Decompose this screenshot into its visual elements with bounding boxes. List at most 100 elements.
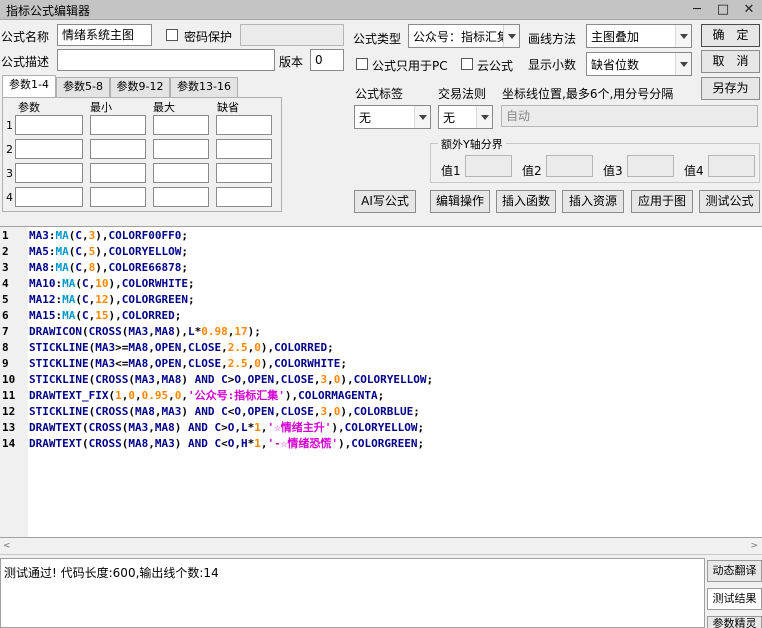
code-text: MA10:MA(C,10),COLORWHITE; [29, 277, 195, 290]
param-1-name-input[interactable] [15, 115, 83, 135]
line-number: 4 [2, 277, 9, 290]
trade-rule-select[interactable]: 无 [438, 105, 493, 129]
insert-function-button[interactable]: 插入函数 [496, 190, 556, 213]
param-3-min-input[interactable] [90, 163, 146, 183]
decimals-label: 显示小数 [528, 58, 577, 72]
line-number: 7 [2, 325, 9, 338]
line-number: 6 [2, 309, 9, 322]
param-4-name-input[interactable] [15, 187, 83, 207]
param-2-min-input[interactable] [90, 139, 146, 159]
y-value-1-input[interactable] [465, 155, 512, 177]
tab-params-9-12[interactable]: 参数9-12 [110, 77, 170, 97]
line-number: 2 [2, 245, 9, 258]
scroll-left-icon[interactable]: < [3, 541, 11, 551]
code-text: STICKLINE(CROSS(MA8,MA3) AND C<O,OPEN,CL… [29, 405, 420, 418]
draw-method-select[interactable]: 主图叠加 [586, 24, 692, 48]
y-value-1-label: 值1 [441, 164, 461, 178]
param-3-name-input[interactable] [15, 163, 83, 183]
y-value-2-input[interactable] [546, 155, 593, 177]
insert-resource-button[interactable]: 插入资源 [562, 190, 624, 213]
param-2-max-input[interactable] [153, 139, 209, 159]
param-row-number: 4 [6, 191, 13, 204]
code-text: MA5:MA(C,5),COLORYELLOW; [29, 245, 188, 258]
decimals-select[interactable]: 缺省位数 [586, 52, 692, 76]
code-text: STICKLINE(CROSS(MA3,MA8) AND C>O,OPEN,CL… [29, 373, 434, 386]
line-number: 13 [2, 421, 16, 434]
chevron-down-icon [675, 53, 691, 75]
save-as-button[interactable]: 另存为 [701, 77, 760, 100]
formula-type-select[interactable]: 公众号：指标汇集 [408, 24, 520, 48]
line-number: 14 [2, 437, 16, 450]
param-3-default-input[interactable] [216, 163, 272, 183]
code-text: DRAWTEXT(CROSS(MA3,MA8) AND C>O,L*1,'☆情绪… [29, 421, 425, 434]
tab-params-13-16[interactable]: 参数13-16 [170, 77, 238, 97]
param-1-default-input[interactable] [216, 115, 272, 135]
param-4-max-input[interactable] [153, 187, 209, 207]
param-4-default-input[interactable] [216, 187, 272, 207]
cancel-button[interactable]: 取 消 [701, 50, 760, 73]
formula-tag-select[interactable]: 无 [354, 105, 431, 129]
tab-params-1-4[interactable]: 参数1-4 [2, 75, 56, 98]
formula-tag-label: 公式标签 [355, 87, 404, 101]
scroll-right-icon[interactable]: > [750, 541, 758, 551]
draw-method-value: 主图叠加 [591, 30, 640, 44]
password-checkbox[interactable] [166, 29, 178, 41]
horizontal-scrollbar[interactable]: < > [0, 538, 762, 555]
minimize-icon[interactable]: ─ [684, 0, 710, 20]
code-editor[interactable]: 1 MA3:MA(C,3),COLORF00FF0; 2 MA5:MA(C,5),CO… [0, 226, 762, 538]
y-value-3-input[interactable] [627, 155, 674, 177]
close-icon[interactable]: ✕ [736, 0, 762, 20]
chevron-down-icon [675, 25, 691, 47]
y-value-3-label: 值3 [603, 164, 623, 178]
param-1-max-input[interactable] [153, 115, 209, 135]
param-row-number: 2 [6, 143, 13, 156]
extra-y-axis-label: 额外Y轴分界 [438, 136, 506, 152]
param-2-default-input[interactable] [216, 139, 272, 159]
password-label: 密码保护 [184, 30, 233, 44]
tab-dynamic-translate[interactable]: 动态翻译 [707, 560, 762, 582]
line-number: 9 [2, 357, 9, 370]
trade-rule-value: 无 [443, 111, 456, 125]
maximize-icon[interactable]: □ [710, 0, 736, 20]
pc-only-label: 公式只用于PC [372, 59, 448, 73]
tab-params-5-8[interactable]: 参数5-8 [56, 77, 110, 97]
trade-rule-label: 交易法则 [438, 87, 487, 101]
title-bar: 指标公式编辑器 ─ □ ✕ [0, 0, 762, 20]
tab-test-result[interactable]: 测试结果 [707, 588, 762, 610]
decimals-value: 缺省位数 [591, 58, 640, 72]
ai-write-button[interactable]: AI写公式 [354, 190, 416, 213]
cloud-checkbox[interactable] [461, 58, 473, 70]
code-text: DRAWTEXT_FIX(1,0,0.95,0,'公众号:指标汇集'),COLO… [29, 389, 385, 402]
code-text: MA12:MA(C,12),COLORGREEN; [29, 293, 195, 306]
password-input[interactable] [240, 24, 344, 46]
param-2-name-input[interactable] [15, 139, 83, 159]
code-text: STICKLINE(MA3>=MA8,OPEN,CLOSE,2.5,0),COL… [29, 341, 334, 354]
param-1-min-input[interactable] [90, 115, 146, 135]
edit-ops-button[interactable]: 编辑操作 [430, 190, 490, 213]
code-text: STICKLINE(MA3<=MA8,OPEN,CLOSE,2.5,0),COL… [29, 357, 347, 370]
line-number: 10 [2, 373, 16, 386]
line-number: 8 [2, 341, 9, 354]
ok-button[interactable]: 确 定 [701, 24, 760, 47]
chevron-down-icon [476, 106, 492, 128]
param-row-number: 3 [6, 167, 13, 180]
param-row-number: 1 [6, 119, 13, 132]
param-4-min-input[interactable] [90, 187, 146, 207]
formula-desc-label: 公式描述 [1, 55, 50, 69]
formula-desc-input[interactable] [57, 49, 275, 71]
tab-param-wizard[interactable]: 参数精灵 [707, 616, 762, 628]
code-text: DRAWTEXT(CROSS(MA8,MA3) AND C<O,H*1,'-☆情… [29, 437, 425, 450]
pc-only-checkbox[interactable] [356, 58, 368, 70]
formula-name-input[interactable]: 情绪系统主图 [57, 24, 152, 46]
formula-name-label: 公式名称 [1, 30, 50, 44]
code-text: MA8:MA(C,8),COLORE66878; [29, 261, 188, 274]
coord-lines-input[interactable]: 自动 [501, 105, 758, 127]
draw-method-label: 画线方法 [528, 32, 577, 46]
param-header-name: 参数 [18, 101, 40, 114]
coord-lines-label: 坐标线位置,最多6个,用分号分隔 [502, 87, 674, 101]
param-3-max-input[interactable] [153, 163, 209, 183]
version-input[interactable]: 0 [310, 49, 344, 71]
apply-to-chart-button[interactable]: 应用于图 [631, 190, 693, 213]
test-formula-button[interactable]: 测试公式 [699, 190, 760, 213]
y-value-4-input[interactable] [708, 155, 755, 177]
